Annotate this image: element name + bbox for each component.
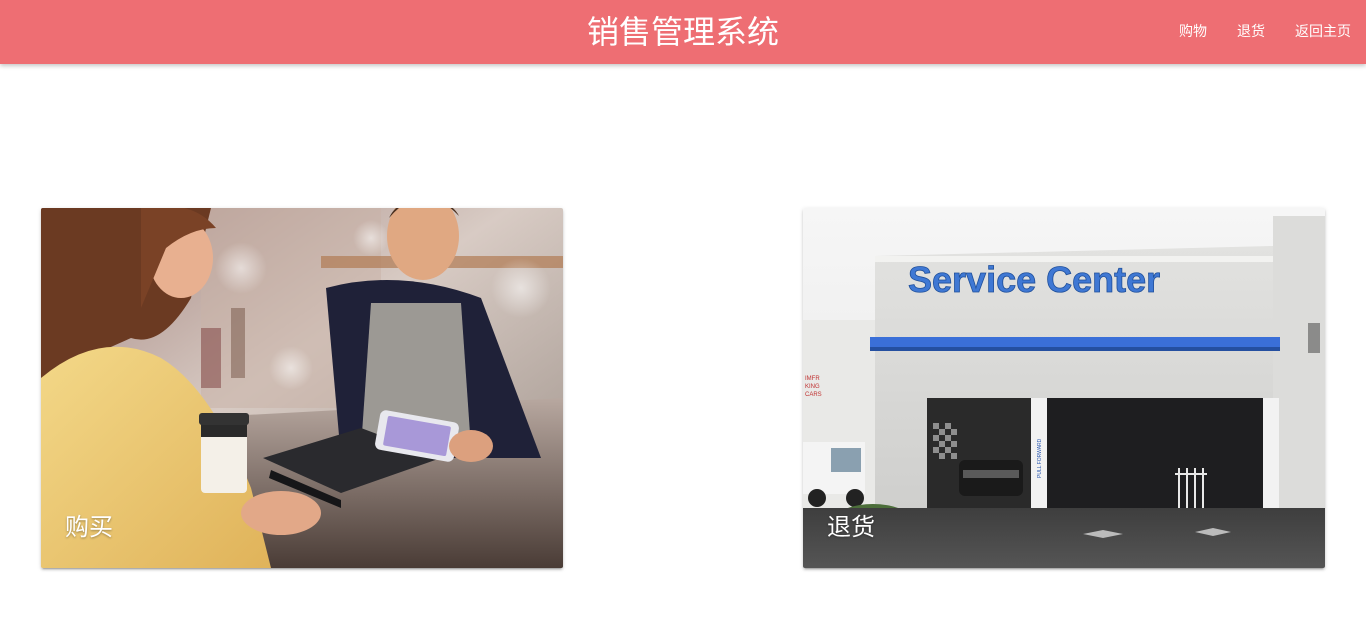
brand-title[interactable]: 销售管理系统: [0, 0, 1366, 64]
nav-link-home[interactable]: 返回主页: [1280, 0, 1366, 64]
return-card[interactable]: IMFR KING CARS Service Center PULL FORWA…: [803, 208, 1325, 568]
nav-item-return: 退货: [1222, 0, 1280, 64]
service-center-image: IMFR KING CARS Service Center PULL FORWA…: [803, 208, 1325, 568]
navbar: 销售管理系统 购物 退货 返回主页: [0, 0, 1366, 64]
nav-links: 购物 退货 返回主页: [1164, 0, 1366, 64]
svg-text:IMFR: IMFR: [805, 376, 820, 382]
buy-card[interactable]: 购买: [41, 208, 563, 568]
buy-card-title: 购买: [65, 513, 113, 541]
svg-text:PULL FORWARD: PULL FORWARD: [1037, 438, 1043, 478]
nav-item-home: 返回主页: [1280, 0, 1366, 64]
nav-link-shopping[interactable]: 购物: [1164, 0, 1222, 64]
nav-link-return[interactable]: 退货: [1222, 0, 1280, 64]
svg-text:CARS: CARS: [805, 392, 822, 398]
cashier-payment-image: [41, 208, 563, 568]
return-card-title: 退货: [827, 513, 875, 541]
service-center-sign: Service Center: [908, 259, 1160, 300]
nav-item-shopping: 购物: [1164, 0, 1222, 64]
svg-text:KING: KING: [805, 384, 820, 390]
